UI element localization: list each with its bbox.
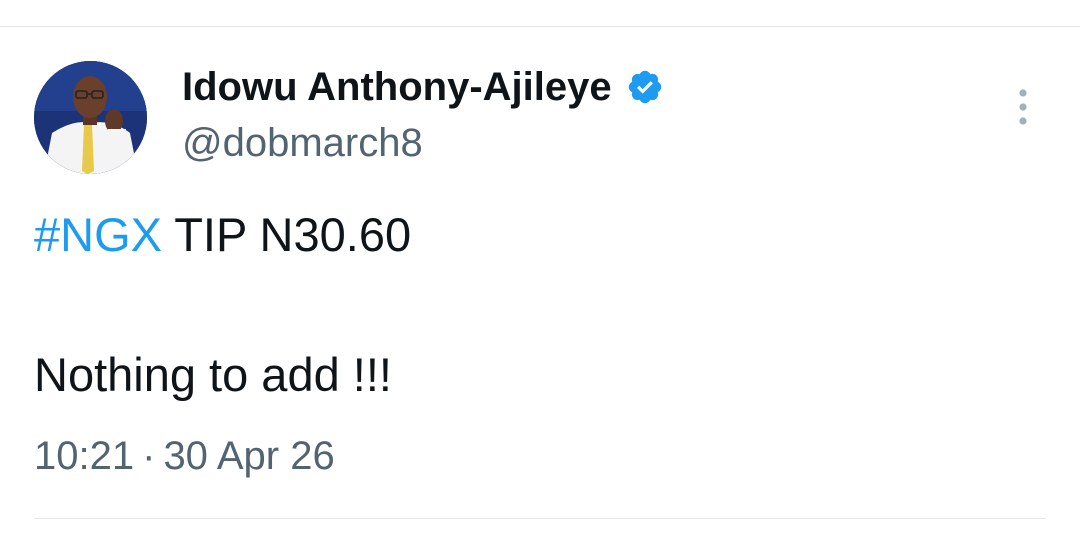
- author-handle[interactable]: @dobmarch8: [182, 120, 423, 166]
- hashtag-link[interactable]: #NGX: [34, 208, 162, 261]
- meta-separator: ·: [142, 434, 156, 478]
- tweet-text-rest: TIP N30.60: [162, 208, 412, 261]
- tweet-date[interactable]: 30 Apr 26: [163, 434, 334, 478]
- bottom-divider: [34, 518, 1046, 519]
- more-options-icon[interactable]: [1012, 88, 1034, 126]
- avatar[interactable]: [34, 61, 147, 174]
- tweet-timestamp[interactable]: 10:21 · 30 Apr 26: [34, 433, 335, 479]
- tweet-text-line1: #NGX TIP N30.60: [34, 208, 411, 262]
- tweet-text-line2: Nothing to add !!!: [34, 348, 392, 401]
- top-divider: [0, 26, 1080, 27]
- verified-badge-icon: [626, 68, 664, 106]
- tweet-time[interactable]: 10:21: [34, 434, 134, 478]
- author-name[interactable]: Idowu Anthony-Ajileye: [182, 64, 664, 110]
- author-name-text[interactable]: Idowu Anthony-Ajileye: [182, 64, 612, 110]
